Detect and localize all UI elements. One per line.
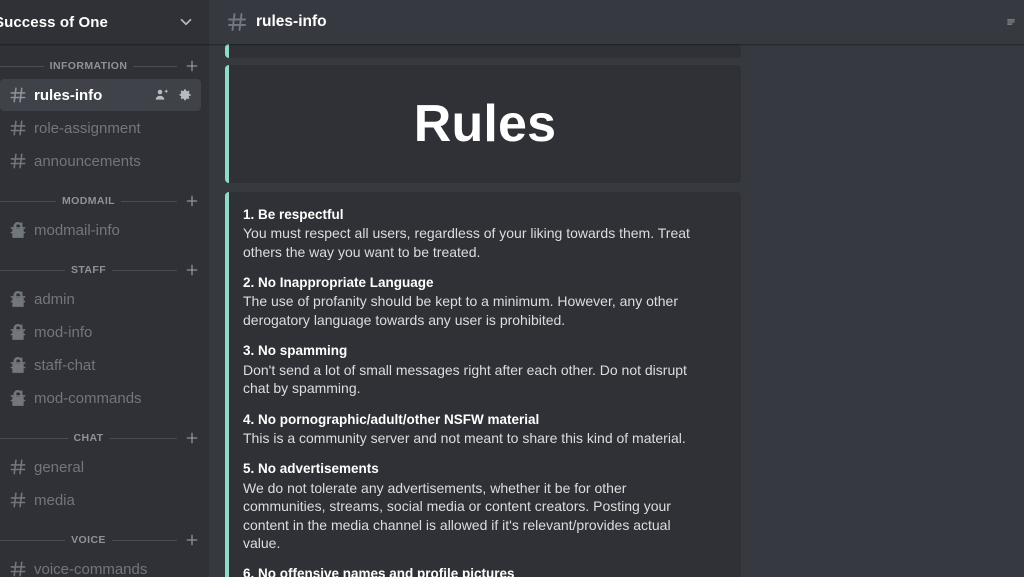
discord-app: Success of One INFORMATION rules-info role…	[0, 0, 1024, 577]
plus-icon[interactable]	[183, 429, 201, 447]
category-header-information[interactable]: INFORMATION	[0, 54, 209, 78]
threads-icon[interactable]	[1006, 12, 1016, 32]
category-header-chat[interactable]: CHAT	[0, 426, 209, 450]
rule-body: Don't send a lot of small messages right…	[243, 361, 687, 397]
category-divider-left	[0, 539, 66, 541]
rule-item: 1. Be respectful You must respect all use…	[243, 206, 725, 261]
rule-heading: 3. No spamming	[243, 343, 348, 359]
embed-partial-above	[225, 44, 741, 58]
category-header-staff[interactable]: STAFF	[0, 258, 209, 282]
rule-body: The use of profanity should be kept to a…	[243, 293, 679, 328]
hash-lock-icon	[8, 355, 28, 375]
plus-icon[interactable]	[183, 192, 201, 210]
sidebar-channel-voice-commands[interactable]: voice-commands	[0, 553, 201, 577]
channel-name: admin	[34, 290, 75, 308]
sidebar-channel-announcements[interactable]: announcements	[0, 145, 201, 177]
add-person-icon[interactable]	[154, 87, 170, 103]
channel-name: mod-commands	[34, 389, 142, 407]
server-name: Success of One	[0, 13, 108, 31]
plus-icon[interactable]	[183, 57, 201, 75]
channel-name: announcements	[34, 152, 141, 170]
channel-name: general	[34, 458, 85, 476]
channel-list[interactable]: INFORMATION rules-info role-assignment anno…	[0, 44, 209, 577]
hash-icon	[8, 559, 28, 577]
channel-name: role-assignment	[34, 119, 141, 137]
sidebar-channel-general[interactable]: general	[0, 451, 201, 483]
channel-name: modmail-info	[34, 221, 120, 239]
category-divider-left	[0, 269, 65, 271]
rules-title-embed: Rules	[225, 65, 741, 183]
rule-item: 3. No spamming Don't send a lot of small …	[243, 342, 725, 397]
category-divider-right	[120, 200, 177, 202]
rule-item: 2. No Inappropriate Language The use of p…	[243, 274, 725, 329]
hash-lock-icon	[8, 322, 28, 342]
hash-lock-icon	[8, 220, 28, 240]
category-divider-left	[0, 437, 68, 439]
category-divider-right	[112, 269, 177, 271]
rule-heading: 6. No offensive names and profile pictur…	[243, 566, 515, 577]
category-divider-right	[109, 437, 178, 439]
hash-icon	[8, 118, 28, 138]
rule-heading: 2. No Inappropriate Language	[243, 275, 434, 291]
channel-header-title: rules-info	[256, 13, 327, 30]
main-content: rules-info Rules 1. Be respectful You must…	[209, 0, 1024, 577]
channel-name: voice-commands	[34, 560, 148, 577]
message-area[interactable]: Rules 1. Be respectful You must respect al…	[209, 44, 1024, 577]
sidebar-channel-mod-commands[interactable]: mod-commands	[0, 382, 201, 414]
channel-header: rules-info	[209, 0, 1024, 44]
sidebar-channel-modmail-info[interactable]: modmail-info	[0, 214, 201, 246]
plus-icon[interactable]	[183, 261, 201, 279]
sidebar-channel-mod-info[interactable]: mod-info	[0, 316, 201, 348]
rule-heading: 1. Be respectful	[243, 207, 344, 222]
category-label: MODMAIL	[62, 195, 115, 207]
chevron-down-icon[interactable]	[177, 13, 195, 31]
server-header[interactable]: Success of One	[0, 0, 209, 44]
channel-name: mod-info	[34, 323, 93, 341]
rule-body: You must respect all users, regardless o…	[243, 225, 690, 260]
rule-item: 6. No offensive names and profile pictur…	[243, 565, 725, 577]
hash-icon	[8, 151, 28, 171]
sidebar-channel-admin[interactable]: admin	[0, 283, 201, 315]
hash-icon	[8, 457, 28, 477]
category-divider-left	[0, 65, 44, 67]
channel-name: staff-chat	[34, 356, 96, 374]
rule-item: 5. No advertisements We do not tolerate a…	[243, 460, 725, 552]
channel-sidebar: Success of One INFORMATION rules-info role…	[0, 0, 209, 577]
category-divider-right	[111, 539, 177, 541]
gear-icon[interactable]	[177, 87, 193, 103]
category-label: INFORMATION	[49, 60, 128, 72]
category-divider-right	[133, 65, 178, 67]
rule-item: 4. No pornographic/adult/other NSFW mate…	[243, 411, 725, 448]
hash-icon	[8, 85, 28, 105]
rule-heading: 5. No advertisements	[243, 461, 379, 477]
hash-icon	[8, 490, 28, 510]
hash-icon	[225, 10, 249, 34]
rules-list-embed: 1. Be respectful You must respect all use…	[225, 192, 741, 577]
category-header-modmail[interactable]: MODMAIL	[0, 189, 209, 213]
hash-lock-icon	[8, 388, 28, 408]
hash-lock-icon	[8, 289, 28, 309]
rules-title: Rules	[413, 95, 557, 153]
category-label: STAFF	[70, 264, 107, 276]
rule-body: This is a community server and not meant…	[243, 429, 686, 446]
sidebar-channel-rules-info[interactable]: rules-info	[0, 79, 201, 111]
sidebar-channel-media[interactable]: media	[0, 484, 201, 516]
channel-name: media	[34, 491, 75, 509]
rule-body: We do not tolerate any advertisements, w…	[243, 479, 671, 552]
category-header-voice[interactable]: VOICE	[0, 528, 209, 552]
channel-name: rules-info	[34, 86, 103, 104]
category-label: CHAT	[73, 432, 104, 444]
category-divider-left	[0, 200, 57, 202]
category-label: VOICE	[71, 534, 106, 546]
channel-actions	[154, 87, 193, 103]
rule-heading: 4. No pornographic/adult/other NSFW mate…	[243, 411, 540, 427]
sidebar-channel-staff-chat[interactable]: staff-chat	[0, 349, 201, 381]
plus-icon[interactable]	[183, 531, 201, 549]
sidebar-channel-role-assignment[interactable]: role-assignment	[0, 112, 201, 144]
